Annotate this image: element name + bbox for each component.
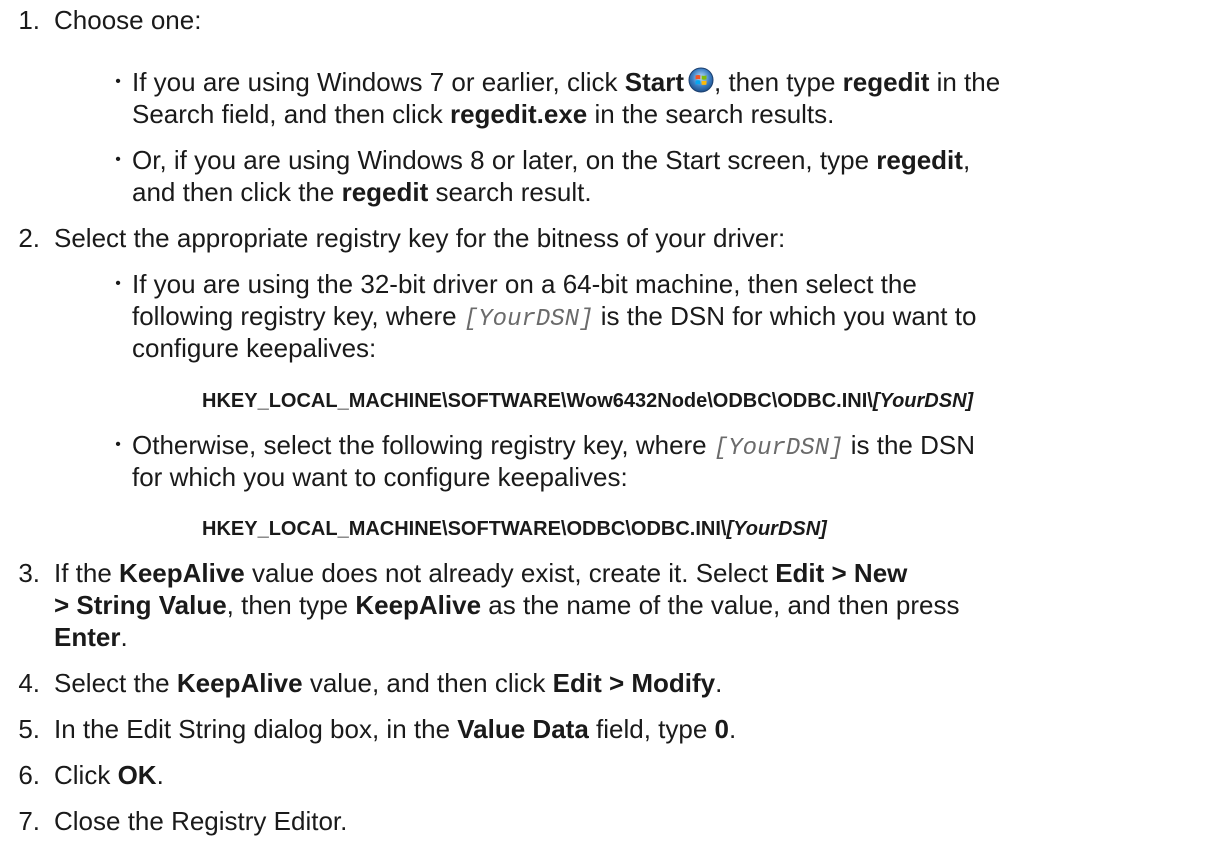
step-4-text: Select the KeepAlive value, and then cli… [54, 668, 723, 698]
registry-key-path-odbc: HKEY_LOCAL_MACHINE\SOFTWARE\ODBC\ODBC.IN… [202, 518, 827, 540]
step-number: 3. [18, 558, 40, 588]
step-number: 5. [18, 714, 40, 744]
step-1-bullet-1-line-2: Search field, and then click regedit.exe… [132, 99, 835, 129]
bullet: • [115, 73, 121, 90]
step-number: 4. [18, 668, 40, 698]
step-3-line-3: Enter. [54, 622, 128, 652]
step-7-text: Close the Registry Editor. [54, 806, 348, 836]
step-1-bullet-2-line-1: Or, if you are using Windows 8 or later,… [132, 145, 971, 175]
bullet: • [115, 436, 121, 453]
step-5-text: In the Edit String dialog box, in the Va… [54, 714, 737, 744]
step-3-line-1: If the KeepAlive value does not already … [54, 558, 908, 588]
step-2-bullet-2-line-2: for which you want to configure keepaliv… [132, 462, 628, 492]
step-2-bullet-1-line-2: following registry key, where [YourDSN] … [132, 301, 977, 333]
registry-key-path-wow6432: HKEY_LOCAL_MACHINE\SOFTWARE\Wow6432Node\… [202, 390, 974, 412]
step-number: 7. [18, 806, 40, 836]
step-2-bullet-2-line-1: Otherwise, select the following registry… [132, 430, 975, 462]
bullet: • [115, 275, 121, 292]
step-number: 1. [18, 5, 40, 35]
step-2-bullet-1-line-1: If you are using the 32-bit driver on a … [132, 269, 917, 299]
bullet: • [115, 151, 121, 168]
step-1-bullet-2-line-2: and then click the regedit search result… [132, 177, 592, 207]
step-2-bullet-1-line-3: configure keepalives: [132, 333, 377, 363]
step-2-text: Select the appropriate registry key for … [54, 223, 786, 253]
step-1-bullet-1-line-1: If you are using Windows 7 or earlier, c… [132, 67, 1001, 97]
step-1-text: Choose one: [54, 5, 202, 35]
step-number: 2. [18, 223, 40, 253]
document-page: 1. Choose one: • If you are using Window… [0, 0, 1207, 865]
step-6-text: Click OK. [54, 760, 164, 790]
windows-start-orb-icon [688, 67, 714, 93]
step-number: 6. [18, 760, 40, 790]
step-3-line-2: > String Value, then type KeepAlive as t… [54, 590, 960, 620]
